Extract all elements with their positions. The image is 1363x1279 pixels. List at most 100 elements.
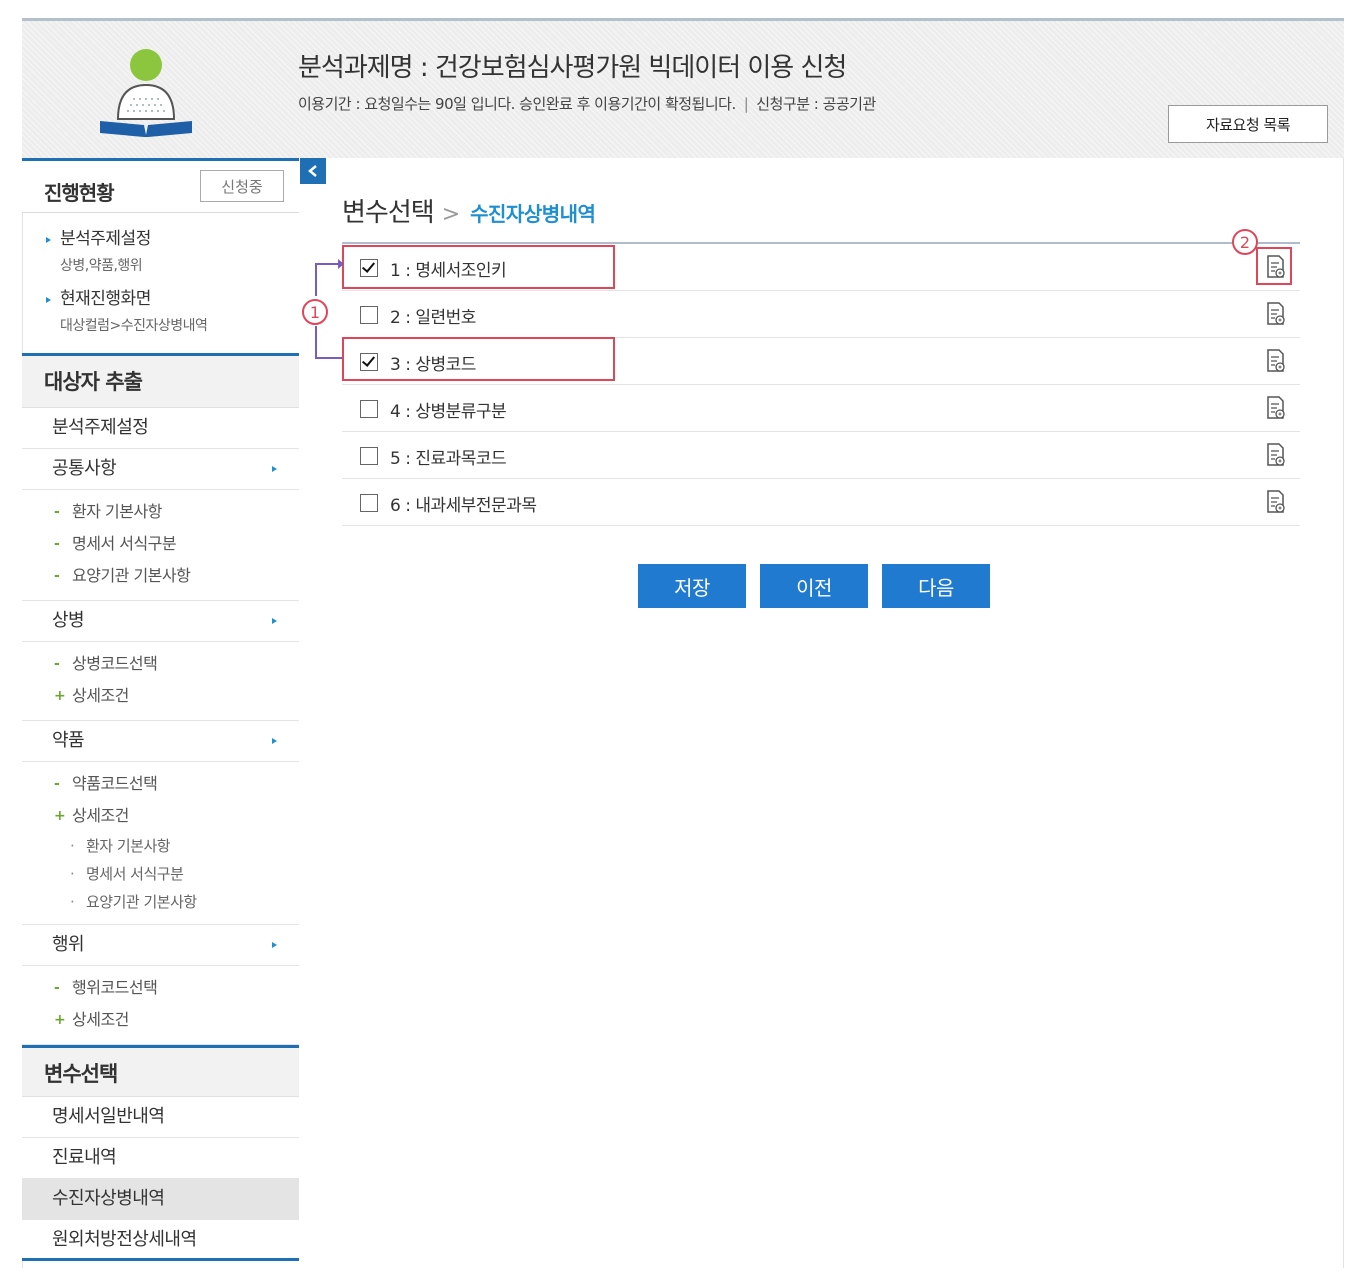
vars-section-title: 변수선택 (22, 1045, 299, 1097)
sidebar-subitem-label: 상세조건 (72, 1010, 129, 1029)
progress-item: 현재진행화면 대상컬럼>수진자상병내역 (46, 285, 299, 345)
request-list-button[interactable]: 자료요청 목록 (1168, 105, 1328, 143)
variable-row: 6 : 내과세부전문과목 (342, 479, 1300, 526)
sidebar-detail-item[interactable]: 요양기관 기본사항 (54, 888, 299, 916)
dash-icon: - (54, 504, 60, 520)
sidebar-category-label: 약품 (52, 730, 85, 751)
progress-item-sub: 상병,약품,행위 (60, 258, 143, 274)
variable-row: 4 : 상병분류구분 (342, 385, 1300, 432)
sidebar-subitem-label: 요양기관 기본사항 (72, 566, 191, 585)
progress-item: 분석주제설정 상병,약품,행위 (46, 225, 299, 285)
highlight-box-1 (342, 245, 615, 289)
save-button[interactable]: 저장 (638, 564, 746, 608)
progress-item-head: 분석주제설정 (46, 225, 299, 253)
sidebar-collapse-button[interactable] (300, 158, 326, 184)
action-subitems: - 행위코드선택 + 상세조건 (22, 966, 299, 1045)
breadcrumb-separator: > (441, 202, 461, 227)
dash-icon: - (54, 568, 60, 584)
highlight-box-3 (342, 337, 615, 381)
sidebar-subitem[interactable]: - 약품코드선택 (54, 768, 299, 800)
sidebar-subitem[interactable]: + 상세조건 (54, 1004, 299, 1036)
variable-detail-icon[interactable] (1266, 396, 1286, 420)
progress-list: 분석주제설정 상병,약품,행위 현재진행화면 대상컬럼>수진자상병내역 (22, 213, 299, 356)
plus-icon: + (54, 808, 66, 824)
arrow-right-icon (272, 618, 277, 624)
sidebar-category-common[interactable]: 공통사항 (22, 449, 299, 490)
variable-checkbox[interactable] (360, 447, 378, 465)
variable-label: 2 : 일련번호 (390, 308, 476, 328)
dash-icon: - (54, 980, 60, 996)
variable-row: 5 : 진료과목코드 (342, 432, 1300, 479)
main-subtitle: 수진자상병내역 (470, 202, 596, 226)
dash-icon: - (54, 656, 60, 672)
progress-status: 진행현황 신청중 (22, 158, 299, 213)
plus-icon: + (54, 1012, 66, 1028)
status-badge: 신청중 (200, 170, 284, 202)
sidebar-subitem[interactable]: - 상병코드선택 (54, 648, 299, 680)
arrow-right-icon (272, 466, 277, 472)
sidebar-category-label: 상병 (52, 610, 85, 631)
sidebar-subitem-label: 명세서 서식구분 (72, 534, 177, 553)
reader-logo-icon (100, 49, 192, 137)
variable-detail-icon[interactable] (1266, 349, 1286, 373)
usage-info: 이용기간 : 요청일수는 90일 입니다. 승인완료 후 이용기간이 확정됩니다… (298, 93, 876, 114)
usage-period: 이용기간 : 요청일수는 90일 입니다. 승인완료 후 이용기간이 확정됩니다… (298, 95, 736, 113)
sidebar-subitem[interactable]: - 요양기관 기본사항 (54, 560, 299, 592)
variable-checkbox[interactable] (360, 400, 378, 418)
sidebar-item-topic-setting[interactable]: 분석주제설정 (22, 408, 299, 449)
sidebar-category-disease[interactable]: 상병 (22, 601, 299, 642)
variable-detail-icon[interactable] (1266, 490, 1286, 514)
sidebar-subitem-label: 환자 기본사항 (72, 502, 162, 521)
arrow-right-icon (272, 942, 277, 948)
progress-status-label: 진행현황 (44, 181, 115, 205)
extract-section-title: 대상자 추출 (22, 356, 299, 408)
app-header: 분석과제명 : 건강보험심사평가원 빅데이터 이용 신청 이용기간 : 요청일수… (22, 18, 1344, 158)
sidebar-detail-item[interactable]: 명세서 서식구분 (54, 860, 299, 888)
annotation-marker-1: 1 (302, 299, 328, 325)
apply-type: 신청구분 : 공공기관 (756, 95, 876, 113)
plus-icon: + (54, 688, 66, 704)
disease-subitems: - 상병코드선택 + 상세조건 (22, 642, 299, 721)
variable-checkbox[interactable] (360, 306, 378, 324)
variable-detail-icon[interactable] (1266, 302, 1286, 326)
sidebar-subitem-label: 약품코드선택 (72, 774, 158, 793)
progress-item-sub: 대상컬럼>수진자상병내역 (60, 318, 208, 334)
progress-item-head: 현재진행화면 (46, 285, 299, 313)
sidebar-subitem[interactable]: + 상세조건 (54, 680, 299, 712)
main-heading: 변수선택 > 수진자상병내역 (342, 192, 596, 229)
arrow-right-icon (272, 738, 277, 744)
sidebar-category-label: 공통사항 (52, 458, 117, 479)
variable-label: 6 : 내과세부전문과목 (390, 496, 537, 516)
sidebar-subitem-label: 상병코드선택 (72, 654, 158, 673)
variable-row: 2 : 일련번호 (342, 291, 1300, 338)
sidebar-item-prescription[interactable]: 원외처방전상세내역 (22, 1220, 299, 1261)
chevron-left-icon (308, 165, 317, 177)
highlight-box-doc (1256, 247, 1292, 285)
sidebar-subitem-label: 상세조건 (72, 686, 129, 705)
prev-button[interactable]: 이전 (760, 564, 868, 608)
variable-label: 5 : 진료과목코드 (390, 449, 507, 469)
sidebar-detail-item[interactable]: 환자 기본사항 (54, 832, 299, 860)
sidebar-subitem[interactable]: - 행위코드선택 (54, 972, 299, 1004)
sidebar-subitem-label: 행위코드선택 (72, 978, 158, 997)
sidebar-subitem-label: 상세조건 (72, 806, 129, 825)
variable-checkbox[interactable] (360, 494, 378, 512)
sidebar-category-label: 행위 (52, 934, 85, 955)
variable-detail-icon[interactable] (1266, 443, 1286, 467)
sidebar-item-patient-disease[interactable]: 수진자상병내역 (22, 1179, 299, 1220)
sidebar-item-claim-general[interactable]: 명세서일반내역 (22, 1097, 299, 1138)
sidebar-subitem[interactable]: - 명세서 서식구분 (54, 528, 299, 560)
common-subitems: - 환자 기본사항 - 명세서 서식구분 - 요양기관 기본사항 (22, 490, 299, 601)
sidebar: 진행현황 신청중 분석주제설정 상병,약품,행위 현재진행화면 대상컬럼>수진자… (22, 158, 299, 1261)
main-title: 변수선택 (342, 198, 435, 228)
info-separator: | (743, 95, 749, 113)
sidebar-subitem[interactable]: + 상세조건 (54, 800, 299, 832)
sidebar-item-treatment[interactable]: 진료내역 (22, 1138, 299, 1179)
drug-subitems: -약품코드선택 + 상세조건 환자 기본사항 명세서 서식구분 요양기관 기본사항 (22, 762, 299, 925)
dash-icon: - (54, 536, 60, 552)
sidebar-category-drug[interactable]: 약품 (22, 721, 299, 762)
next-button[interactable]: 다음 (882, 564, 990, 608)
sidebar-subitem[interactable]: - 환자 기본사항 (54, 496, 299, 528)
annotation-marker-2: 2 (1232, 229, 1258, 255)
sidebar-category-action[interactable]: 행위 (22, 925, 299, 966)
